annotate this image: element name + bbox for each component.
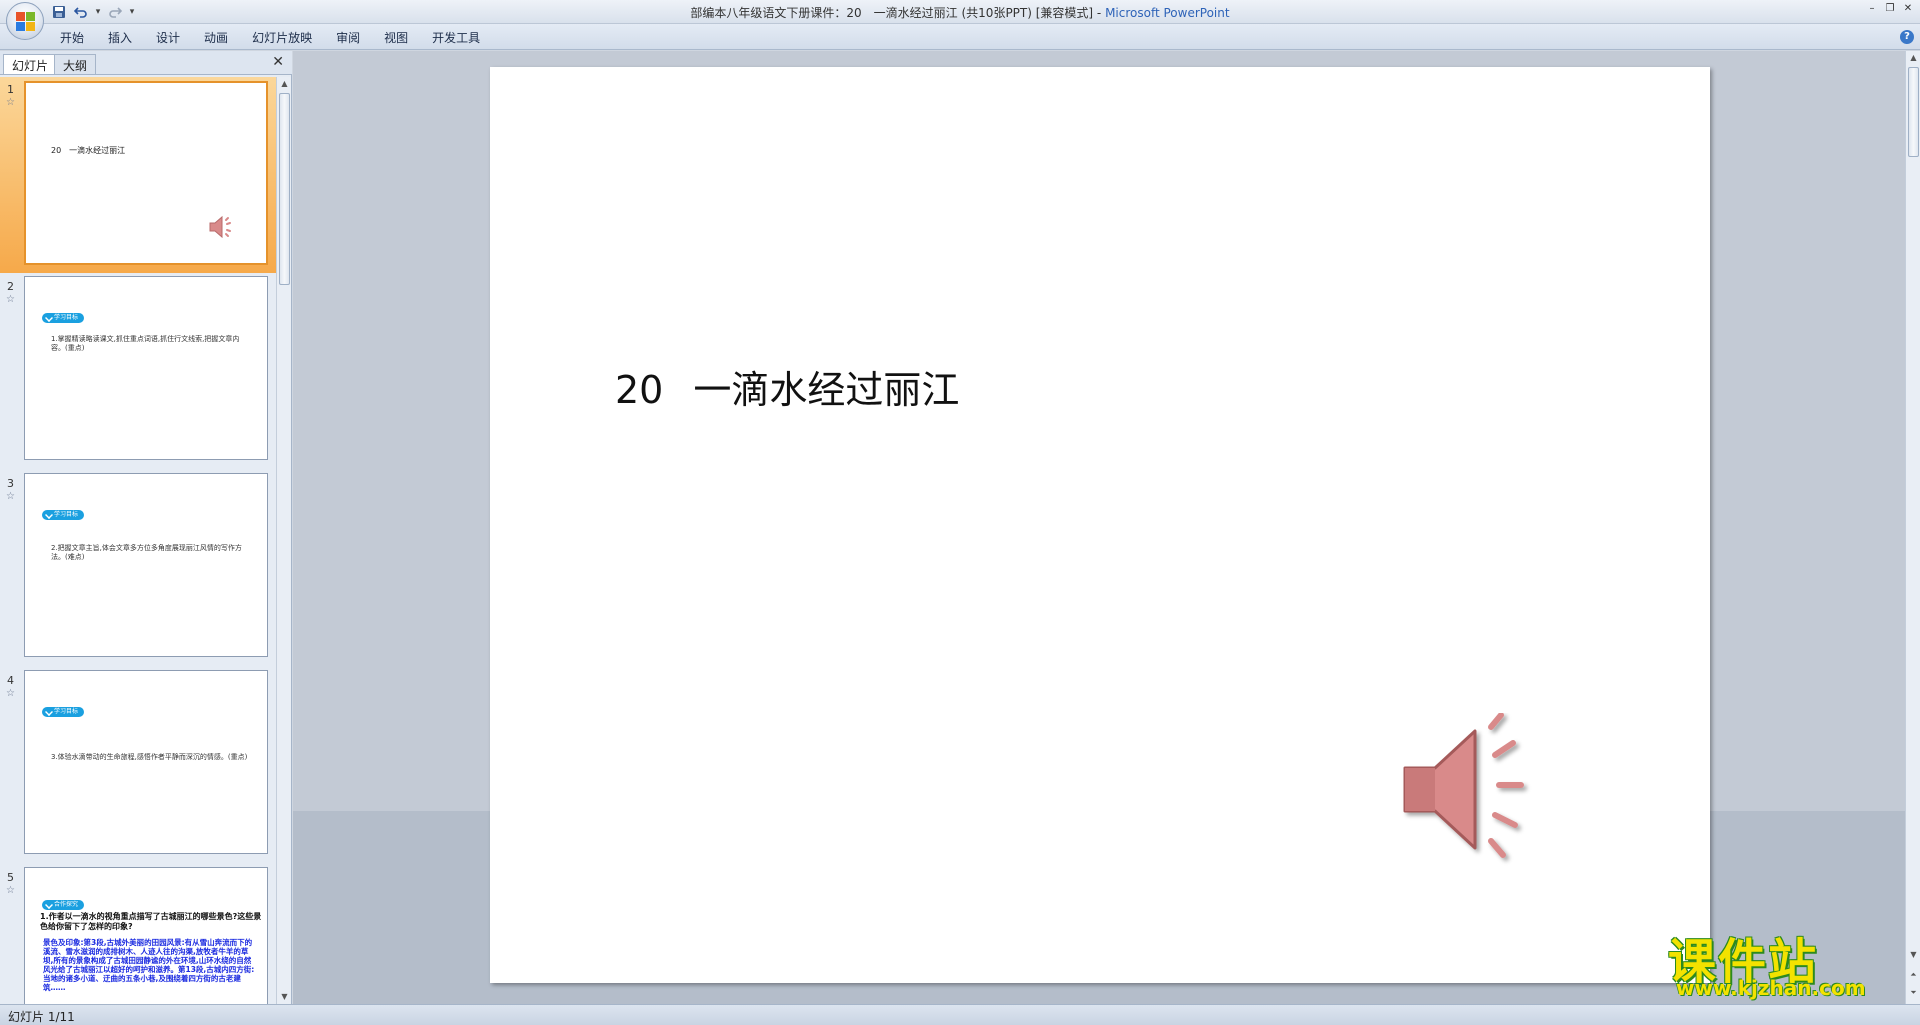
thumbnail-row-2[interactable]: 2 ☆ 学习目标 1.掌握精读略读课文,抓住重点词语,抓住行文线索,把握文章内容…: [0, 274, 276, 470]
tab-view[interactable]: 视图: [372, 28, 420, 48]
thumbnail-badge: 合作探究: [42, 900, 85, 910]
slide-counter: 幻灯片 1/11: [8, 1010, 75, 1024]
edit-scrollbar[interactable]: ▲ ▼ ⏶ ⏷: [1905, 51, 1920, 1004]
slide-thumbnail[interactable]: 学习目标 3.体验水滴带动的生命旅程,感悟作者平静而深沉的情感。(重点): [24, 670, 268, 854]
status-bar: 幻灯片 1/11: [0, 1004, 1920, 1025]
pane-scrollbar[interactable]: ▲ ▼: [276, 77, 291, 1004]
next-slide-icon[interactable]: ⏷: [1906, 986, 1920, 1000]
tab-developer[interactable]: 开发工具: [420, 28, 492, 48]
thumbnail-answer: 景色及印象:第3段,古城外美丽的田园风景:有从雪山奔流而下的溪流、雪水滋润的成排…: [43, 938, 255, 992]
slide-number: 2: [7, 280, 14, 293]
previous-slide-icon[interactable]: ⏶: [1906, 968, 1920, 982]
close-button[interactable]: ✕: [1900, 2, 1916, 16]
thumbnail-text: 1.掌握精读略读课文,抓住重点词语,抓住行文线索,把握文章内容。(重点): [51, 335, 240, 352]
office-button[interactable]: [6, 2, 44, 40]
thumbnail-title: 20 一滴水经过丽江: [51, 146, 126, 155]
thumbnail-row-3[interactable]: 3 ☆ 学习目标 2.把握文章主旨,体会文章多方位多角度展现丽江风情的写作方法。…: [0, 471, 276, 667]
transition-icon: ☆: [6, 885, 15, 896]
slide-edit-area: 20 一滴水经过丽江: [293, 51, 1905, 1004]
thumbnail-row-4[interactable]: 4 ☆ 学习目标 3.体验水滴带动的生命旅程,感悟作者平静而深沉的情感。(重点): [0, 668, 276, 864]
slide-thumbnail[interactable]: 学习目标 1.掌握精读略读课文,抓住重点词语,抓住行文线索,把握文章内容。(重点…: [24, 276, 268, 460]
window-title: 部编本八年级语文下册课件：20 一滴水经过丽江 (共10张PPT) [兼容模式]…: [0, 4, 1920, 21]
transition-icon: ☆: [6, 294, 15, 305]
thumbnail-badge: 学习目标: [42, 707, 85, 717]
close-pane-icon[interactable]: ✕: [272, 54, 284, 70]
ribbon-tabs: 开始 插入 设计 动画 幻灯片放映 审阅 视图 开发工具: [48, 28, 492, 48]
slide-title[interactable]: 20 一滴水经过丽江: [615, 359, 959, 414]
thumbnail-badge: 学习目标: [42, 510, 85, 520]
thumbnail-question: 1.作者以一滴水的视角重点描写了古城丽江的哪些景色?这些景色给你留下了怎样的印象…: [40, 912, 262, 931]
tab-insert[interactable]: 插入: [96, 28, 144, 48]
tab-slideshow[interactable]: 幻灯片放映: [240, 28, 324, 48]
window-controls: – ❐ ✕: [1864, 2, 1916, 16]
slide-number: 4: [7, 674, 14, 687]
thumbnail-text: 3.体验水滴带动的生命旅程,感悟作者平静而深沉的情感。(重点): [51, 753, 248, 761]
slide-title-text: 一滴水经过丽江: [693, 368, 960, 412]
scroll-up-icon[interactable]: ▲: [1906, 51, 1920, 65]
office-logo-icon: [16, 12, 36, 32]
scroll-down-icon[interactable]: ▼: [1906, 948, 1920, 962]
tab-design[interactable]: 设计: [144, 28, 192, 48]
title-bar: ▾ ▾ 部编本八年级语文下册课件：20 一滴水经过丽江 (共10张PPT) [兼…: [0, 0, 1920, 24]
slide-number: 3: [7, 477, 14, 490]
slide-number: 5: [7, 871, 14, 884]
slide-thumbnail[interactable]: 合作探究 1.作者以一滴水的视角重点描写了古城丽江的哪些景色?这些景色给你留下了…: [24, 867, 268, 1004]
transition-icon: ☆: [6, 97, 15, 108]
tab-animations[interactable]: 动画: [192, 28, 240, 48]
slides-pane: 幻灯片 大纲 ✕ 1 ☆ 20 一滴水经过丽江 2 ☆ 学习目标 1.掌握精读略…: [0, 51, 292, 1004]
app-name: Microsoft PowerPoint: [1105, 6, 1230, 20]
watermark-url: www.kjzhan.com: [1676, 976, 1866, 1000]
transition-icon: ☆: [6, 491, 15, 502]
scroll-thumb[interactable]: [279, 93, 290, 285]
thumbnail-row-1[interactable]: 1 ☆ 20 一滴水经过丽江: [0, 77, 276, 273]
speaker-icon: [209, 215, 231, 239]
tab-outline[interactable]: 大纲: [54, 54, 97, 74]
help-icon[interactable]: ?: [1900, 30, 1914, 44]
tab-home[interactable]: 开始: [48, 28, 96, 48]
document-name: 部编本八年级语文下册课件：20 一滴水经过丽江 (共10张PPT) [兼容模式]…: [690, 6, 1106, 20]
tab-review[interactable]: 审阅: [324, 28, 372, 48]
slide-thumbnail[interactable]: 学习目标 2.把握文章主旨,体会文章多方位多角度展现丽江风情的写作方法。(难点): [24, 473, 268, 657]
watermark-logo: 课件站 www.kjzhan.com: [1668, 922, 1900, 1002]
slide-number: 1: [7, 83, 14, 96]
minimize-button[interactable]: –: [1864, 2, 1880, 16]
thumbnail-list: 1 ☆ 20 一滴水经过丽江 2 ☆ 学习目标 1.掌握精读略读课文,抓住重点词…: [0, 77, 276, 1004]
speaker-icon[interactable]: [1395, 713, 1545, 873]
slide-title-number: 20: [615, 368, 664, 412]
restore-button[interactable]: ❐: [1882, 2, 1898, 16]
thumbnail-row-5[interactable]: 5 ☆ 合作探究 1.作者以一滴水的视角重点描写了古城丽江的哪些景色?这些景色给…: [0, 865, 276, 1004]
current-slide[interactable]: 20 一滴水经过丽江: [490, 67, 1710, 983]
transition-icon: ☆: [6, 688, 15, 699]
slide-thumbnail[interactable]: 20 一滴水经过丽江: [24, 81, 268, 265]
scroll-thumb[interactable]: [1908, 67, 1919, 157]
pane-tabs: 幻灯片 大纲 ✕: [0, 51, 292, 75]
thumbnail-text: 2.把握文章主旨,体会文章多方位多角度展现丽江风情的写作方法。(难点): [51, 544, 242, 561]
thumbnail-badge: 学习目标: [42, 313, 85, 323]
scroll-up-icon[interactable]: ▲: [277, 77, 292, 91]
scroll-down-icon[interactable]: ▼: [277, 990, 292, 1004]
ribbon: 开始 插入 设计 动画 幻灯片放映 审阅 视图 开发工具 ?: [0, 24, 1920, 50]
tab-slides[interactable]: 幻灯片: [3, 54, 58, 74]
